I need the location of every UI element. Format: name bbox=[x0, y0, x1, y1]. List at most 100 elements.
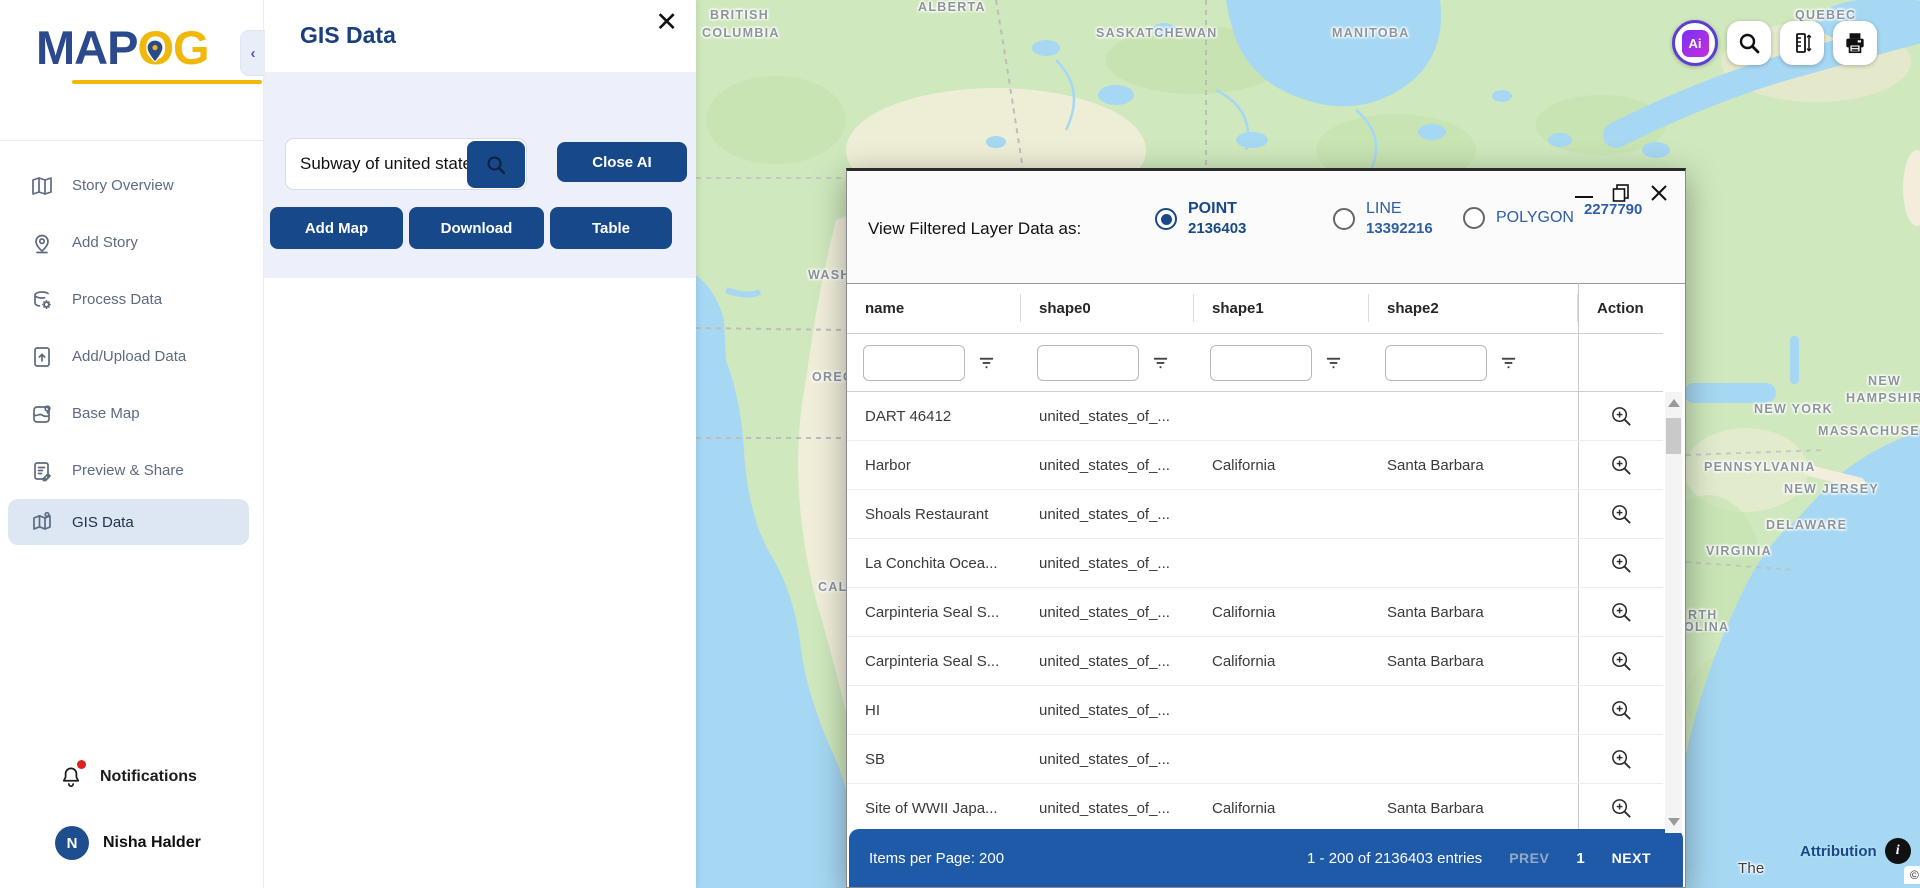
point-count: 2136403 bbox=[1188, 220, 1247, 237]
close-icon[interactable] bbox=[1649, 183, 1669, 203]
map-label: COLUMBIA bbox=[702, 26, 780, 40]
zoom-to-feature-button[interactable] bbox=[1578, 392, 1663, 440]
zoom-to-feature-button[interactable] bbox=[1578, 441, 1663, 489]
sidebar-item-preview-share[interactable]: Preview & Share bbox=[0, 442, 263, 499]
filter-icon[interactable] bbox=[1325, 354, 1342, 371]
map-label: ALBERTA bbox=[918, 0, 986, 14]
zoom-to-feature-button[interactable] bbox=[1578, 735, 1663, 783]
zoom-to-feature-button[interactable] bbox=[1578, 539, 1663, 587]
notification-badge bbox=[77, 760, 86, 769]
sidebar: MAPOG Story Overview Add Story bbox=[0, 0, 264, 888]
filter-icon[interactable] bbox=[1152, 354, 1169, 371]
table-row: SB united_states_of_... bbox=[847, 735, 1663, 784]
ai-assistant-button[interactable]: Ai bbox=[1672, 20, 1718, 66]
filter-icon[interactable] bbox=[978, 354, 995, 371]
scroll-up-icon[interactable] bbox=[1668, 399, 1680, 407]
add-map-button[interactable]: Add Map bbox=[270, 207, 403, 249]
sidebar-item-label: Process Data bbox=[72, 291, 163, 308]
map-label: PENNSYLVANIA bbox=[1704, 460, 1816, 474]
cell-shape0: united_states_of_... bbox=[1039, 701, 1170, 719]
map-label: SASKATCHEWAN bbox=[1096, 26, 1218, 40]
download-button[interactable]: Download bbox=[409, 207, 544, 249]
next-page-button[interactable]: NEXT bbox=[1612, 850, 1651, 866]
zoom-to-feature-button[interactable] bbox=[1578, 637, 1663, 685]
logo-text-g: G bbox=[173, 21, 210, 74]
sidebar-divider bbox=[0, 140, 263, 141]
scrollbar-thumb[interactable] bbox=[1666, 418, 1681, 454]
column-header-shape2[interactable]: shape2 bbox=[1369, 283, 1578, 333]
scroll-down-icon[interactable] bbox=[1668, 818, 1680, 826]
table-row: Harbor united_states_of_... California S… bbox=[847, 441, 1663, 490]
zoom-in-icon bbox=[1611, 455, 1631, 475]
panel-title: GIS Data bbox=[300, 22, 396, 48]
search-row bbox=[285, 138, 527, 190]
cell-shape0: united_states_of_... bbox=[1039, 505, 1170, 523]
map-toolbar: Ai bbox=[1672, 20, 1877, 66]
sidebar-item-add-story[interactable]: Add Story bbox=[0, 214, 263, 271]
minimize-icon[interactable] bbox=[1575, 195, 1593, 199]
filter-icon[interactable] bbox=[1500, 354, 1517, 371]
filter-input-shape2[interactable] bbox=[1385, 344, 1487, 381]
zoom-to-feature-button[interactable] bbox=[1578, 784, 1663, 829]
cell-shape2 bbox=[1369, 490, 1578, 538]
sidebar-collapse-button[interactable]: ‹ bbox=[240, 30, 265, 76]
print-button[interactable] bbox=[1833, 21, 1877, 65]
zoom-to-feature-button[interactable] bbox=[1578, 588, 1663, 636]
table-button[interactable]: Table bbox=[550, 207, 672, 249]
sidebar-item-process-data[interactable]: Process Data bbox=[0, 271, 263, 328]
radio-circle-line[interactable] bbox=[1333, 208, 1355, 230]
filter-input-shape1[interactable] bbox=[1210, 344, 1312, 381]
radio-circle-polygon[interactable] bbox=[1463, 207, 1485, 229]
search-submit-button[interactable] bbox=[467, 141, 525, 188]
panel-close-icon[interactable]: ✕ bbox=[655, 6, 678, 38]
close-ai-button[interactable]: Close AI bbox=[557, 142, 687, 182]
radio-line[interactable]: LINE 13392216 bbox=[1333, 199, 1433, 239]
cell-shape0: united_states_of_... bbox=[1039, 603, 1170, 621]
cell-shape1: California bbox=[1212, 799, 1276, 817]
sidebar-item-gis-data[interactable]: GIS Data bbox=[8, 499, 249, 545]
zoom-in-icon bbox=[1611, 798, 1631, 818]
layer-data-dialog: View Filtered Layer Data as: POINT 21364… bbox=[846, 168, 1686, 888]
table-row: Shoals Restaurant united_states_of_... bbox=[847, 490, 1663, 539]
avatar[interactable]: N bbox=[55, 826, 89, 860]
user-profile[interactable]: N Nisha Halder bbox=[0, 826, 263, 860]
map-label: OLINA bbox=[1684, 620, 1730, 634]
chevron-left-icon: ‹ bbox=[250, 44, 256, 62]
app-logo[interactable]: MAPOG bbox=[0, 0, 263, 112]
sidebar-item-base-map[interactable]: Base Map bbox=[0, 385, 263, 442]
attribution-label: Attribution bbox=[1800, 842, 1877, 860]
map-label: VIRGINIA bbox=[1706, 544, 1772, 558]
cell-shape2 bbox=[1369, 735, 1578, 783]
radio-point[interactable]: POINT 2136403 bbox=[1155, 199, 1246, 239]
column-header-name[interactable]: name bbox=[847, 283, 1021, 333]
filter-input-shape0[interactable] bbox=[1037, 344, 1139, 381]
cell-name: DART 46412 bbox=[865, 407, 952, 425]
radio-polygon[interactable]: POLYGON 2277790 bbox=[1463, 201, 1642, 229]
column-header-shape1[interactable]: shape1 bbox=[1194, 283, 1369, 333]
notifications[interactable]: Notifications bbox=[0, 760, 263, 790]
sidebar-item-label: Add/Upload Data bbox=[72, 348, 187, 365]
info-icon[interactable]: i bbox=[1884, 838, 1911, 864]
table-header-row: name shape0 shape1 shape2 Action bbox=[847, 283, 1663, 333]
ruler-icon bbox=[1796, 33, 1812, 53]
sidebar-item-label: Preview & Share bbox=[72, 462, 184, 479]
map-search-button[interactable] bbox=[1727, 21, 1771, 65]
attribution[interactable]: Attribution i bbox=[1800, 838, 1911, 864]
prev-page-button[interactable]: PREV bbox=[1509, 850, 1549, 866]
dialog-scrollbar[interactable] bbox=[1665, 392, 1682, 833]
filter-input-name[interactable] bbox=[863, 344, 965, 381]
radio-circle-point[interactable] bbox=[1155, 208, 1177, 230]
sidebar-item-add-upload-data[interactable]: Add/Upload Data bbox=[0, 328, 263, 385]
cell-shape1 bbox=[1194, 490, 1369, 538]
sidebar-item-story-overview[interactable]: Story Overview bbox=[0, 157, 263, 214]
cell-shape1: California bbox=[1212, 456, 1276, 474]
location-pin-icon bbox=[30, 231, 54, 255]
gis-data-panel: GIS Data ✕ Close AI Add Map Downlo bbox=[263, 0, 696, 888]
cell-shape2 bbox=[1369, 392, 1578, 440]
zoom-to-feature-button[interactable] bbox=[1578, 490, 1663, 538]
column-header-shape0[interactable]: shape0 bbox=[1021, 283, 1194, 333]
base-map-icon bbox=[30, 402, 54, 426]
zoom-to-feature-button[interactable] bbox=[1578, 686, 1663, 734]
app-root: BRITISH COLUMBIA ALBERTA SASKATCHEWAN MANITO… bbox=[0, 0, 1920, 888]
measure-button[interactable] bbox=[1780, 21, 1824, 65]
